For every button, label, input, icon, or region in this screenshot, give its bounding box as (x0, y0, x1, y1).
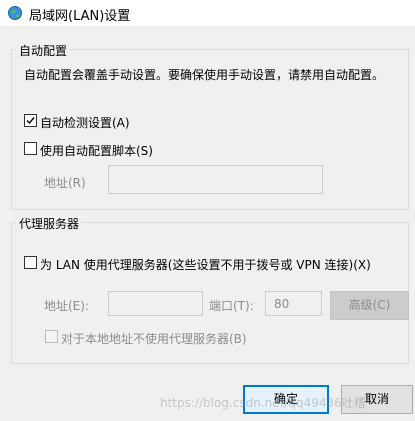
auto-detect-checkbox[interactable] (24, 114, 37, 127)
use-script-checkbox[interactable] (24, 142, 37, 155)
auto-config-description: 自动配置会覆盖手动设置。要确保使用手动设置，请禁用自动配置。 (24, 68, 385, 82)
use-proxy-label[interactable]: 为 LAN 使用代理服务器(这些设置不用于拨号或 VPN 连接)(X) (40, 256, 371, 273)
title-bar: 局域网(LAN)设置 (0, 0, 415, 26)
script-address-label: 地址(R) (44, 176, 86, 190)
bypass-local-checkbox (45, 330, 58, 343)
checkmark-icon (26, 117, 35, 125)
proxy-address-input (108, 291, 203, 316)
window-title: 局域网(LAN)设置 (29, 9, 131, 24)
bypass-local-label: 对于本地地址不使用代理服务器(B) (61, 332, 247, 346)
auto-config-group-title: 自动配置 (16, 42, 71, 59)
script-address-input (108, 165, 323, 194)
proxy-port-label: 端口(T): (209, 299, 254, 313)
proxy-group-title: 代理服务器 (16, 215, 83, 232)
advanced-button: 高级(C) (330, 291, 409, 320)
use-proxy-checkbox[interactable] (24, 256, 37, 269)
proxy-port-input: 80 (265, 291, 322, 316)
watermark: https://blog.csdn.net/qq49436吐槽 (160, 396, 366, 410)
auto-detect-label[interactable]: 自动检测设置(A) (40, 114, 130, 131)
proxy-address-label: 地址(E): (44, 299, 89, 313)
use-script-label[interactable]: 使用自动配置脚本(S) (40, 142, 153, 159)
network-globe-icon (8, 6, 22, 20)
